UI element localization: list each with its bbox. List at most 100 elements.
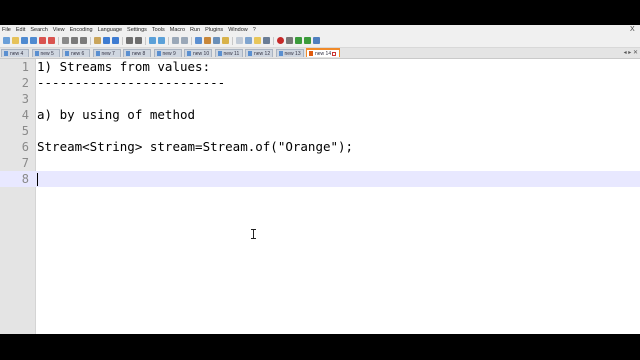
editor-line[interactable]: 4 a) by using of method xyxy=(0,107,640,123)
editor-area[interactable]: 1 1) Streams from values: 2 ---------------… xyxy=(0,59,640,334)
toolbar-separator xyxy=(168,37,169,45)
copy-icon[interactable] xyxy=(80,37,87,44)
menu-window[interactable]: Window xyxy=(226,25,251,35)
notepad-plus-plus-window: File Edit Search View Encoding Language Settin… xyxy=(0,25,640,334)
menu-tools[interactable]: Tools xyxy=(150,25,168,35)
code-text: 1) Streams from values: xyxy=(37,59,211,74)
tab-label: new 8 xyxy=(132,51,146,57)
menu-language[interactable]: Language xyxy=(96,25,125,35)
tab[interactable]: new 7 xyxy=(92,49,121,57)
save-all-icon[interactable] xyxy=(30,37,37,44)
toolbar-separator xyxy=(122,37,123,45)
tab[interactable]: new 12 xyxy=(245,49,273,57)
tab[interactable]: new 10 xyxy=(184,49,212,57)
toolbar-separator xyxy=(90,37,91,45)
tab-close-icon[interactable] xyxy=(332,51,337,56)
menu-view[interactable]: View xyxy=(51,25,68,35)
doc-map-icon[interactable] xyxy=(236,37,243,44)
find-icon[interactable] xyxy=(126,37,133,44)
indent-guide-icon[interactable] xyxy=(213,37,220,44)
editor-line[interactable]: 2 ------------------------- xyxy=(0,75,640,91)
editor-line[interactable]: 7 xyxy=(0,155,640,171)
redo-icon[interactable] xyxy=(112,37,119,44)
play-multi-icon[interactable] xyxy=(304,37,311,44)
tab-active[interactable]: new 14 xyxy=(306,48,340,57)
line-number: 6 xyxy=(21,140,29,154)
menu-settings[interactable]: Settings xyxy=(125,25,150,35)
close-all-icon[interactable] xyxy=(48,37,55,44)
file-icon xyxy=(65,51,69,57)
line-number: 7 xyxy=(21,156,29,170)
new-icon[interactable] xyxy=(3,37,10,44)
tab[interactable]: new 11 xyxy=(214,49,243,57)
menu-plugins[interactable]: Plugins xyxy=(203,25,226,35)
line-number: 5 xyxy=(21,124,29,138)
record-icon[interactable] xyxy=(277,37,284,44)
paste-icon[interactable] xyxy=(94,37,101,44)
tab[interactable]: new 5 xyxy=(31,49,60,57)
file-icon xyxy=(4,51,8,57)
toolbar xyxy=(0,35,640,48)
editor-line[interactable]: 6 Stream<String> stream=Stream.of("Orange… xyxy=(0,139,640,155)
editor-line[interactable]: 8 xyxy=(0,171,640,187)
tab-label: new 9 xyxy=(162,51,176,57)
toolbar-separator xyxy=(145,37,146,45)
tab[interactable]: new 4 xyxy=(1,49,29,57)
tab[interactable]: new 6 xyxy=(62,49,90,57)
save-macro-icon[interactable] xyxy=(313,37,320,44)
menu-file[interactable]: File xyxy=(0,25,14,35)
save-icon[interactable] xyxy=(21,37,28,44)
zoom-out-icon[interactable] xyxy=(158,37,165,44)
menu-run[interactable]: Run xyxy=(188,25,203,35)
stop-icon[interactable] xyxy=(286,37,293,44)
monitor-icon[interactable] xyxy=(263,37,270,44)
file-icon xyxy=(95,51,100,57)
tab[interactable]: new 9 xyxy=(153,49,182,57)
folder-icon[interactable] xyxy=(254,37,261,44)
menu-macro[interactable]: Macro xyxy=(168,25,188,35)
file-icon xyxy=(309,51,313,57)
replace-icon[interactable] xyxy=(135,37,142,44)
open-icon[interactable] xyxy=(12,37,19,44)
menu-edit[interactable]: Edit xyxy=(14,25,28,35)
code-text: Stream<String> stream=Stream.of("Orange"… xyxy=(37,139,354,154)
menu-search[interactable]: Search xyxy=(28,25,50,35)
file-icon xyxy=(217,51,222,57)
code-text: a) by using of method xyxy=(37,107,196,122)
sync-h-icon[interactable] xyxy=(181,37,188,44)
editor-line[interactable]: 1 1) Streams from values: xyxy=(0,59,640,75)
sync-v-icon[interactable] xyxy=(172,37,179,44)
code-text: ------------------------- xyxy=(37,75,226,90)
tab-label: new 10 xyxy=(193,51,210,57)
tab-label: new 7 xyxy=(101,51,115,57)
line-number: 3 xyxy=(21,92,29,106)
tab-label: new 5 xyxy=(40,51,54,57)
editor-line[interactable]: 5 xyxy=(0,123,640,139)
function-list-icon[interactable] xyxy=(245,37,252,44)
tab-label: new 12 xyxy=(254,51,271,57)
toolbar-separator xyxy=(273,37,274,45)
word-wrap-icon[interactable] xyxy=(195,37,202,44)
tab-label: new 13 xyxy=(284,51,301,57)
zoom-in-icon[interactable] xyxy=(149,37,156,44)
toolbar-separator xyxy=(58,37,59,45)
editor-line[interactable]: 3 xyxy=(0,91,640,107)
print-icon[interactable] xyxy=(62,37,69,44)
tab[interactable]: new 8 xyxy=(123,49,151,57)
file-icon xyxy=(156,51,161,57)
text-caret xyxy=(37,173,38,186)
tab[interactable]: new 13 xyxy=(275,49,304,57)
undo-icon[interactable] xyxy=(103,37,110,44)
close-icon[interactable] xyxy=(39,37,46,44)
menu-help[interactable]: ? xyxy=(251,25,259,35)
lang-icon[interactable] xyxy=(222,37,229,44)
menu-encoding[interactable]: Encoding xyxy=(68,25,96,35)
show-all-icon[interactable] xyxy=(204,37,211,44)
tab-scroll-controls[interactable]: ◂ ▸ ✕ xyxy=(624,49,638,56)
cut-icon[interactable] xyxy=(71,37,78,44)
play-icon[interactable] xyxy=(295,37,302,44)
file-icon xyxy=(126,51,130,57)
toolbar-separator xyxy=(232,37,233,45)
mouse-ibeam-cursor xyxy=(251,229,257,239)
close-window-button[interactable]: X xyxy=(628,25,638,35)
